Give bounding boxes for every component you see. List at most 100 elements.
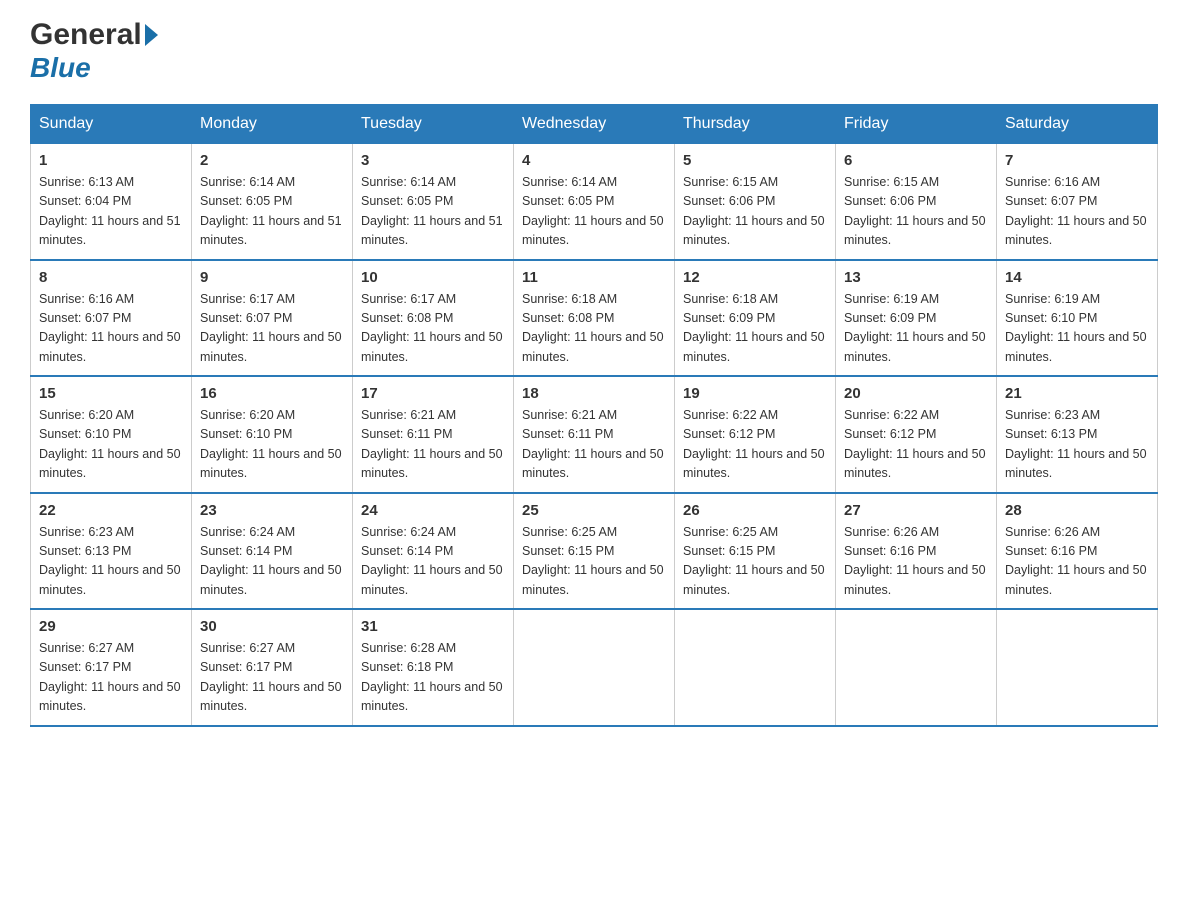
calendar-day-cell: 22Sunrise: 6:23 AMSunset: 6:13 PMDayligh… — [31, 493, 192, 610]
day-info: Sunrise: 6:25 AMSunset: 6:15 PMDaylight:… — [522, 523, 666, 601]
header-sunday: Sunday — [31, 105, 192, 144]
calendar-day-cell: 17 Sunrise: 6:21 AMSunset: 6:11 PMDayligh… — [353, 376, 514, 493]
day-info: Sunrise: 6:23 AMSunset: 6:13 PMDaylight:… — [39, 523, 183, 601]
day-info: Sunrise: 6:27 AMSunset: 6:17 PMDaylight:… — [39, 639, 183, 717]
day-info: Sunrise: 6:22 AMSunset: 6:12 PMDaylight:… — [683, 406, 827, 484]
day-info: Sunrise: 6:20 AMSunset: 6:10 PMDaylight:… — [39, 406, 183, 484]
day-info: Sunrise: 6:18 AMSunset: 6:09 PMDaylight:… — [683, 290, 827, 368]
calendar-day-cell: 25 Sunrise: 6:25 AMSunset: 6:15 PMDayligh… — [514, 493, 675, 610]
day-info: Sunrise: 6:18 AMSunset: 6:08 PMDaylight:… — [522, 290, 666, 368]
logo-blue: Blue — [30, 52, 91, 83]
header-thursday: Thursday — [675, 105, 836, 144]
calendar-week-row: 1Sunrise: 6:13 AMSunset: 6:04 PMDaylight… — [31, 144, 1158, 260]
calendar-day-cell: 19Sunrise: 6:22 AMSunset: 6:12 PMDayligh… — [675, 376, 836, 493]
day-info: Sunrise: 6:21 AMSunset: 6:11 PMDaylight:… — [361, 406, 505, 484]
day-info: Sunrise: 6:19 AMSunset: 6:09 PMDaylight:… — [844, 290, 988, 368]
calendar-day-cell: 5Sunrise: 6:15 AMSunset: 6:06 PMDaylight… — [675, 144, 836, 260]
calendar-day-cell: 12Sunrise: 6:18 AMSunset: 6:09 PMDayligh… — [675, 260, 836, 377]
page-header: General Blue — [30, 20, 1158, 84]
calendar-day-cell: 31 Sunrise: 6:28 AMSunset: 6:18 PMDayligh… — [353, 609, 514, 726]
day-number: 30 — [200, 618, 344, 635]
calendar-day-cell — [836, 609, 997, 726]
day-info: Sunrise: 6:19 AMSunset: 6:10 PMDaylight:… — [1005, 290, 1149, 368]
calendar-day-cell: 18 Sunrise: 6:21 AMSunset: 6:11 PMDayligh… — [514, 376, 675, 493]
day-number: 13 — [844, 269, 988, 286]
calendar-day-cell — [997, 609, 1158, 726]
calendar-week-row: 8 Sunrise: 6:16 AMSunset: 6:07 PMDaylight… — [31, 260, 1158, 377]
calendar-day-cell: 30 Sunrise: 6:27 AMSunset: 6:17 PMDayligh… — [192, 609, 353, 726]
day-number: 8 — [39, 269, 183, 286]
header-wednesday: Wednesday — [514, 105, 675, 144]
calendar-day-cell: 23 Sunrise: 6:24 AMSunset: 6:14 PMDayligh… — [192, 493, 353, 610]
day-info: Sunrise: 6:15 AMSunset: 6:06 PMDaylight:… — [844, 173, 988, 251]
calendar-day-cell: 1Sunrise: 6:13 AMSunset: 6:04 PMDaylight… — [31, 144, 192, 260]
calendar-day-cell: 7 Sunrise: 6:16 AMSunset: 6:07 PMDaylight… — [997, 144, 1158, 260]
day-number: 20 — [844, 385, 988, 402]
day-number: 10 — [361, 269, 505, 286]
calendar-day-cell: 4 Sunrise: 6:14 AMSunset: 6:05 PMDaylight… — [514, 144, 675, 260]
day-number: 5 — [683, 152, 827, 169]
calendar-day-cell: 14 Sunrise: 6:19 AMSunset: 6:10 PMDayligh… — [997, 260, 1158, 377]
day-info: Sunrise: 6:14 AMSunset: 6:05 PMDaylight:… — [361, 173, 505, 251]
calendar-day-cell: 16Sunrise: 6:20 AMSunset: 6:10 PMDayligh… — [192, 376, 353, 493]
day-info: Sunrise: 6:22 AMSunset: 6:12 PMDaylight:… — [844, 406, 988, 484]
calendar-day-cell: 29 Sunrise: 6:27 AMSunset: 6:17 PMDayligh… — [31, 609, 192, 726]
calendar-week-row: 22Sunrise: 6:23 AMSunset: 6:13 PMDayligh… — [31, 493, 1158, 610]
day-number: 2 — [200, 152, 344, 169]
calendar-table: SundayMondayTuesdayWednesdayThursdayFrid… — [30, 104, 1158, 727]
day-number: 21 — [1005, 385, 1149, 402]
calendar-day-cell: 26 Sunrise: 6:25 AMSunset: 6:15 PMDayligh… — [675, 493, 836, 610]
day-number: 6 — [844, 152, 988, 169]
day-info: Sunrise: 6:28 AMSunset: 6:18 PMDaylight:… — [361, 639, 505, 717]
calendar-day-cell: 10 Sunrise: 6:17 AMSunset: 6:08 PMDayligh… — [353, 260, 514, 377]
day-number: 15 — [39, 385, 183, 402]
day-info: Sunrise: 6:14 AMSunset: 6:05 PMDaylight:… — [522, 173, 666, 251]
header-friday: Friday — [836, 105, 997, 144]
calendar-day-cell: 24Sunrise: 6:24 AMSunset: 6:14 PMDayligh… — [353, 493, 514, 610]
day-number: 16 — [200, 385, 344, 402]
day-number: 26 — [683, 502, 827, 519]
calendar-day-cell: 28 Sunrise: 6:26 AMSunset: 6:16 PMDayligh… — [997, 493, 1158, 610]
day-number: 17 — [361, 385, 505, 402]
day-info: Sunrise: 6:21 AMSunset: 6:11 PMDaylight:… — [522, 406, 666, 484]
day-number: 29 — [39, 618, 183, 635]
day-number: 9 — [200, 269, 344, 286]
calendar-day-cell: 6 Sunrise: 6:15 AMSunset: 6:06 PMDaylight… — [836, 144, 997, 260]
calendar-day-cell: 2Sunrise: 6:14 AMSunset: 6:05 PMDaylight… — [192, 144, 353, 260]
calendar-day-cell: 13 Sunrise: 6:19 AMSunset: 6:09 PMDayligh… — [836, 260, 997, 377]
day-number: 23 — [200, 502, 344, 519]
calendar-day-cell: 20 Sunrise: 6:22 AMSunset: 6:12 PMDayligh… — [836, 376, 997, 493]
calendar-day-cell: 15 Sunrise: 6:20 AMSunset: 6:10 PMDayligh… — [31, 376, 192, 493]
day-number: 11 — [522, 269, 666, 286]
calendar-header-row: SundayMondayTuesdayWednesdayThursdayFrid… — [31, 105, 1158, 144]
day-info: Sunrise: 6:16 AMSunset: 6:07 PMDaylight:… — [39, 290, 183, 368]
day-number: 4 — [522, 152, 666, 169]
day-number: 14 — [1005, 269, 1149, 286]
day-info: Sunrise: 6:17 AMSunset: 6:08 PMDaylight:… — [361, 290, 505, 368]
calendar-day-cell: 27Sunrise: 6:26 AMSunset: 6:16 PMDayligh… — [836, 493, 997, 610]
day-info: Sunrise: 6:25 AMSunset: 6:15 PMDaylight:… — [683, 523, 827, 601]
logo: General Blue — [30, 20, 161, 84]
day-info: Sunrise: 6:26 AMSunset: 6:16 PMDaylight:… — [844, 523, 988, 601]
day-info: Sunrise: 6:17 AMSunset: 6:07 PMDaylight:… — [200, 290, 344, 368]
day-number: 31 — [361, 618, 505, 635]
day-info: Sunrise: 6:26 AMSunset: 6:16 PMDaylight:… — [1005, 523, 1149, 601]
calendar-day-cell — [675, 609, 836, 726]
calendar-week-row: 29 Sunrise: 6:27 AMSunset: 6:17 PMDayligh… — [31, 609, 1158, 726]
calendar-day-cell: 3 Sunrise: 6:14 AMSunset: 6:05 PMDaylight… — [353, 144, 514, 260]
day-info: Sunrise: 6:13 AMSunset: 6:04 PMDaylight:… — [39, 173, 183, 251]
day-number: 28 — [1005, 502, 1149, 519]
logo-arrow-icon — [145, 24, 158, 46]
day-number: 18 — [522, 385, 666, 402]
day-number: 3 — [361, 152, 505, 169]
day-info: Sunrise: 6:16 AMSunset: 6:07 PMDaylight:… — [1005, 173, 1149, 251]
calendar-week-row: 15 Sunrise: 6:20 AMSunset: 6:10 PMDayligh… — [31, 376, 1158, 493]
day-info: Sunrise: 6:24 AMSunset: 6:14 PMDaylight:… — [361, 523, 505, 601]
day-info: Sunrise: 6:24 AMSunset: 6:14 PMDaylight:… — [200, 523, 344, 601]
calendar-day-cell — [514, 609, 675, 726]
day-number: 25 — [522, 502, 666, 519]
header-saturday: Saturday — [997, 105, 1158, 144]
day-info: Sunrise: 6:27 AMSunset: 6:17 PMDaylight:… — [200, 639, 344, 717]
logo-general: General — [30, 20, 142, 50]
day-number: 7 — [1005, 152, 1149, 169]
